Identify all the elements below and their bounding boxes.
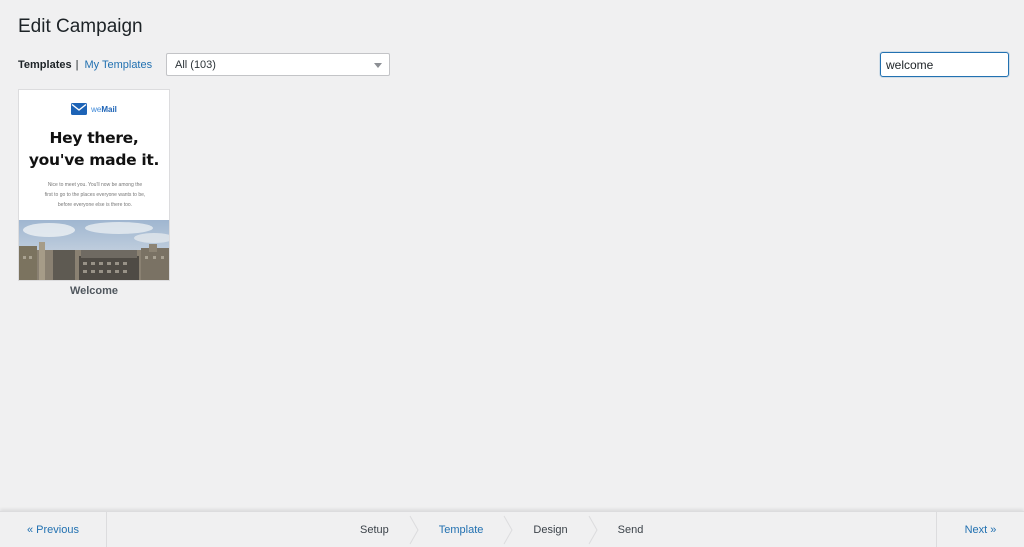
brand-name: weMail [91,104,117,114]
step-template[interactable]: Template [419,512,504,547]
dropdown-caret-icon [374,63,382,68]
template-filter-tabs: Templates | My Templates [18,53,152,76]
step-setup[interactable]: Setup [340,512,409,547]
tab-my-templates[interactable]: My Templates [84,59,152,71]
category-select-value: All (103) [175,58,216,71]
previous-button[interactable]: « Previous [0,512,107,547]
step-breadcrumb: Setup Template Design Send [340,512,663,547]
step-send[interactable]: Send [598,512,664,547]
next-button[interactable]: Next » [936,512,1024,547]
campaign-step-footer: « Previous Setup Template Design Send Ne… [0,511,1024,547]
preview-city-photo [19,220,169,280]
template-name: Welcome [69,285,119,297]
preview-body-text: Nice to meet you. You'll now be among th… [44,182,146,208]
template-thumbnail[interactable]: weMail Hey there, you've made it. Nice t… [18,89,170,281]
brand-logo: weMail [19,103,169,115]
step-chevron-icon [409,515,419,545]
template-search-input[interactable] [880,52,1009,77]
category-select[interactable]: All (103) [166,53,390,76]
step-design[interactable]: Design [513,512,587,547]
tab-templates[interactable]: Templates [18,59,72,71]
step-chevron-icon [588,515,598,545]
envelope-icon [71,103,88,115]
page-title: Edit Campaign [18,16,143,37]
preview-headline: Hey there, you've made it. [28,129,160,169]
tab-separator: | [75,58,79,71]
step-chevron-icon [503,515,513,545]
template-card-welcome[interactable]: weMail Hey there, you've made it. Nice t… [18,89,170,297]
